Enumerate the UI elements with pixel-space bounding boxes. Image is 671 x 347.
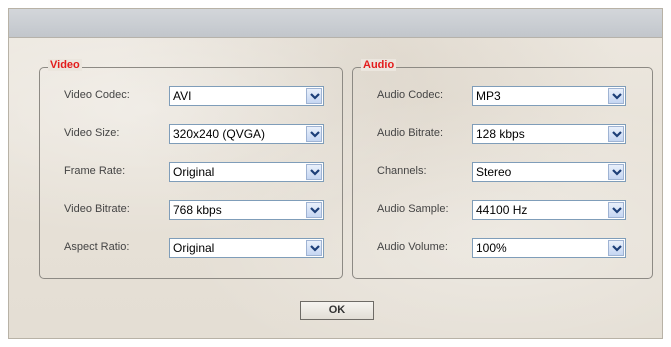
chevron-down-icon <box>612 93 622 100</box>
video-bitrate-dropdown-button[interactable] <box>306 202 322 218</box>
channels-row: Channels: Stereo <box>353 162 650 182</box>
audio-codec-dropdown-button[interactable] <box>608 88 624 104</box>
frame-rate-value: Original <box>173 165 215 179</box>
audio-sample-select[interactable]: 44100 Hz <box>472 200 626 220</box>
aspect-ratio-select[interactable]: Original <box>169 238 324 258</box>
audio-volume-row: Audio Volume: 100% <box>353 238 650 258</box>
chevron-down-icon <box>612 131 622 138</box>
frame-rate-select[interactable]: Original <box>169 162 324 182</box>
audio-bitrate-dropdown-button[interactable] <box>608 126 624 142</box>
video-size-row: Video Size: 320x240 (QVGA) <box>40 124 340 144</box>
chevron-down-icon <box>310 169 320 176</box>
audio-volume-label: Audio Volume: <box>377 241 448 253</box>
ok-button[interactable]: OK <box>300 301 374 320</box>
video-bitrate-label: Video Bitrate: <box>64 203 130 215</box>
video-size-dropdown-button[interactable] <box>306 126 322 142</box>
video-group-title: Video <box>48 59 82 71</box>
chevron-down-icon <box>612 169 622 176</box>
audio-volume-dropdown-button[interactable] <box>608 240 624 256</box>
video-codec-row: Video Codec: AVI <box>40 86 340 106</box>
audio-bitrate-label: Audio Bitrate: <box>377 127 444 139</box>
audio-sample-label: Audio Sample: <box>377 203 449 215</box>
audio-sample-dropdown-button[interactable] <box>608 202 624 218</box>
chevron-down-icon <box>310 207 320 214</box>
chevron-down-icon <box>612 207 622 214</box>
aspect-ratio-dropdown-button[interactable] <box>306 240 322 256</box>
aspect-ratio-row: Aspect Ratio: Original <box>40 238 340 258</box>
audio-group: Audio Audio Codec: MP3 Audio Bitrate: 12… <box>352 59 653 279</box>
audio-sample-row: Audio Sample: 44100 Hz <box>353 200 650 220</box>
chevron-down-icon <box>612 245 622 252</box>
frame-rate-row: Frame Rate: Original <box>40 162 340 182</box>
video-size-value: 320x240 (QVGA) <box>173 127 266 141</box>
audio-codec-label: Audio Codec: <box>377 89 444 101</box>
audio-volume-select[interactable]: 100% <box>472 238 626 258</box>
channels-select[interactable]: Stereo <box>472 162 626 182</box>
settings-dialog: Video Video Codec: AVI Video Size: 320x2… <box>8 8 663 339</box>
video-bitrate-row: Video Bitrate: 768 kbps <box>40 200 340 220</box>
audio-sample-value: 44100 Hz <box>476 203 528 217</box>
video-codec-label: Video Codec: <box>64 89 130 101</box>
audio-bitrate-value: 128 kbps <box>476 127 525 141</box>
audio-bitrate-row: Audio Bitrate: 128 kbps <box>353 124 650 144</box>
video-codec-dropdown-button[interactable] <box>306 88 322 104</box>
aspect-ratio-value: Original <box>173 241 215 255</box>
video-bitrate-select[interactable]: 768 kbps <box>169 200 324 220</box>
audio-bitrate-select[interactable]: 128 kbps <box>472 124 626 144</box>
channels-label: Channels: <box>377 165 427 177</box>
frame-rate-dropdown-button[interactable] <box>306 164 322 180</box>
audio-codec-value: MP3 <box>476 89 501 103</box>
frame-rate-label: Frame Rate: <box>64 165 126 177</box>
chevron-down-icon <box>310 93 320 100</box>
title-bar <box>9 9 662 38</box>
audio-volume-value: 100% <box>476 241 507 255</box>
video-size-label: Video Size: <box>64 127 120 139</box>
video-group: Video Video Codec: AVI Video Size: 320x2… <box>39 59 343 279</box>
video-codec-select[interactable]: AVI <box>169 86 324 106</box>
video-codec-value: AVI <box>173 89 192 103</box>
audio-codec-select[interactable]: MP3 <box>472 86 626 106</box>
chevron-down-icon <box>310 131 320 138</box>
channels-value: Stereo <box>476 165 512 179</box>
audio-codec-row: Audio Codec: MP3 <box>353 86 650 106</box>
channels-dropdown-button[interactable] <box>608 164 624 180</box>
aspect-ratio-label: Aspect Ratio: <box>64 241 130 253</box>
chevron-down-icon <box>310 245 320 252</box>
video-bitrate-value: 768 kbps <box>173 203 222 217</box>
video-size-select[interactable]: 320x240 (QVGA) <box>169 124 324 144</box>
audio-group-title: Audio <box>361 59 397 71</box>
